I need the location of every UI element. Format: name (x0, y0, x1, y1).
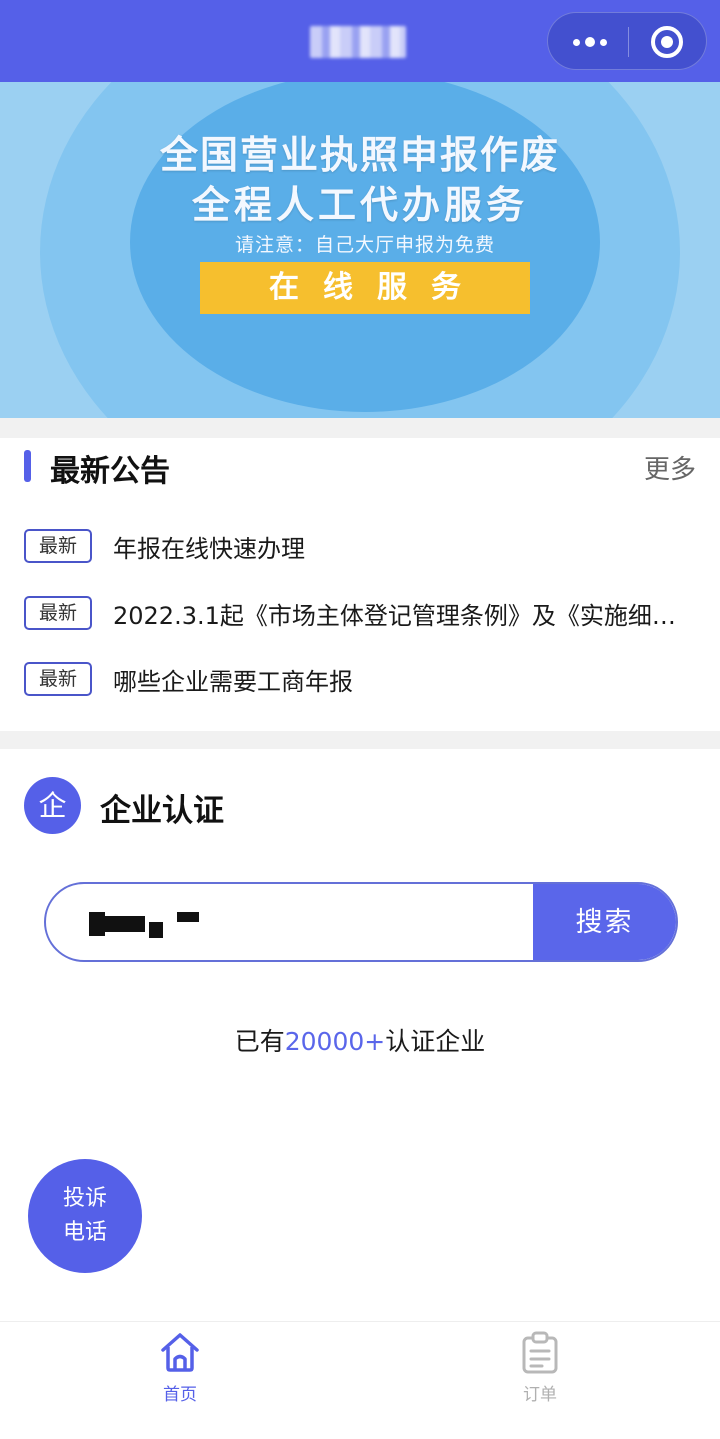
banner-headline: 全国营业执照申报作废 (159, 133, 560, 177)
complaint-line1: 投诉 (62, 1186, 107, 1211)
enterprise-icon: 企 (24, 777, 81, 834)
complaint-line2: 电话 (62, 1220, 107, 1245)
tab-orders-label: 订单 (523, 1385, 557, 1405)
notice-item[interactable]: 最新 2022.3.1起《市场主体登记管理条例》及《实施细则》 (24, 593, 704, 633)
notice-tag: 最新 (24, 596, 92, 630)
bottom-tab-bar: 首页 订单 (0, 1321, 720, 1439)
tab-home-label: 首页 (163, 1385, 197, 1405)
tab-home[interactable]: 首页 (120, 1330, 240, 1410)
notice-tag: 最新 (24, 529, 92, 563)
notice-tag: 最新 (24, 662, 92, 696)
stat-number: 20000+ (284, 1027, 386, 1056)
section-divider (0, 418, 720, 438)
redacted-input-text (89, 912, 201, 938)
section-divider (0, 731, 720, 749)
nav-title-blurred (310, 26, 406, 58)
clipboard-icon (522, 1331, 558, 1374)
certified-count: 已有20000+认证企业 (0, 1022, 720, 1058)
promo-banner[interactable]: 全国营业执照申报作废 全程人工代办服务 请注意：自己大厅申报为免费 在线服务 (0, 82, 720, 418)
notice-item[interactable]: 最新 哪些企业需要工商年报 (24, 659, 704, 699)
notice-text: 2022.3.1起《市场主体登记管理条例》及《实施细则》 (113, 601, 697, 630)
notices-title: 最新公告 (50, 454, 170, 489)
miniprogram-capsule (547, 12, 707, 70)
stat-suffix: 认证企业 (385, 1027, 486, 1056)
notice-text: 年报在线快速办理 (113, 534, 305, 563)
enterprise-search-box: 搜索 (44, 882, 678, 962)
notice-item[interactable]: 最新 年报在线快速办理 (24, 526, 704, 566)
capsule-divider (628, 27, 629, 57)
notice-text: 哪些企业需要工商年报 (113, 667, 353, 696)
home-icon (161, 1333, 199, 1372)
top-nav-bar (0, 0, 720, 82)
close-miniprogram-icon[interactable] (651, 26, 683, 58)
stat-prefix: 已有 (234, 1027, 285, 1056)
banner-subheadline: 全程人工代办服务 (191, 183, 528, 227)
search-button[interactable]: 搜索 (533, 884, 676, 960)
complaint-phone-button[interactable]: 投诉 电话 (28, 1159, 142, 1273)
more-options-icon[interactable] (570, 31, 610, 53)
tab-orders[interactable]: 订单 (480, 1330, 600, 1410)
section-accent-bar (24, 450, 31, 482)
notices-more-link[interactable]: 更多 (644, 449, 696, 486)
cert-title: 企业认证 (100, 793, 224, 829)
banner-note: 请注意：自己大厅申报为免费 (234, 234, 495, 256)
online-service-button[interactable]: 在线服务 (200, 262, 530, 314)
